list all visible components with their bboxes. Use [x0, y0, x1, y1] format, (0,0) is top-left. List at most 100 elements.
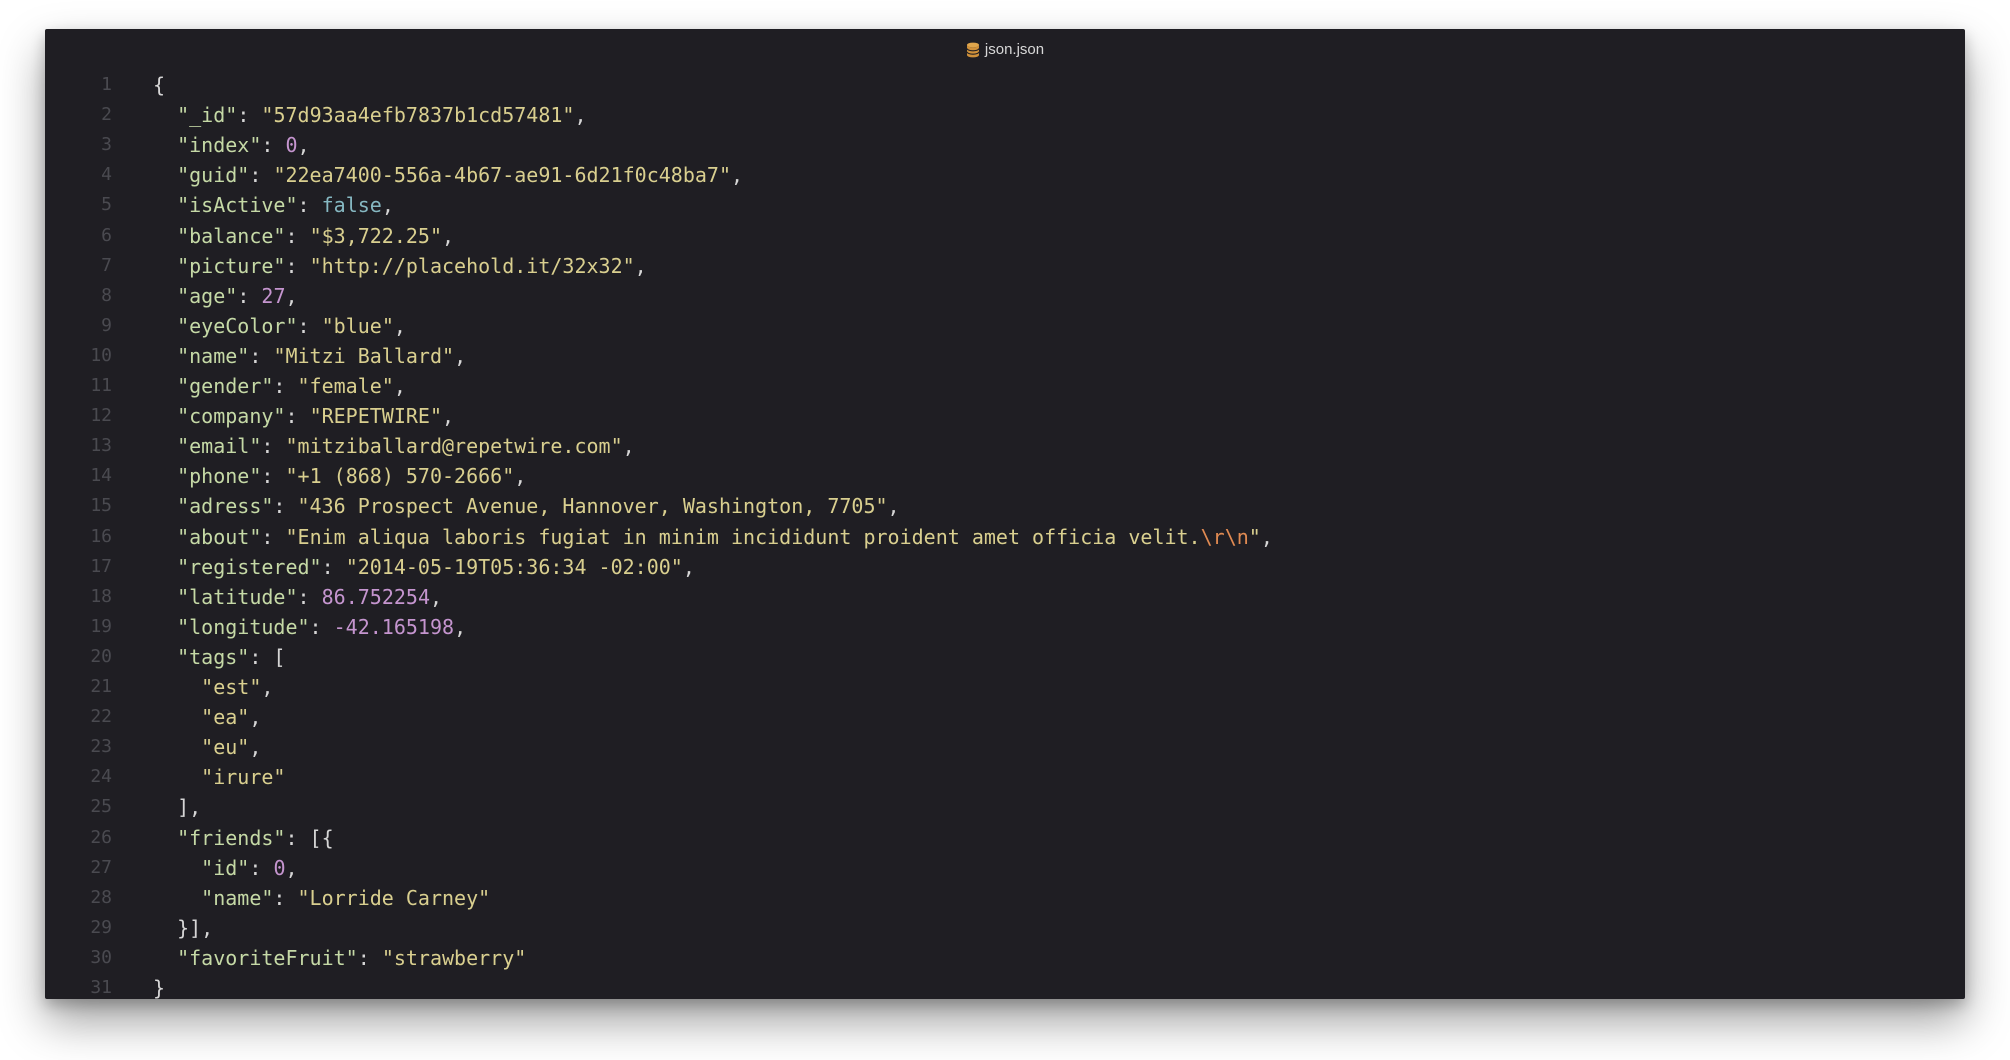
code-line[interactable]: 20 "tags": [ [45, 642, 1965, 672]
code-line[interactable]: 31} [45, 973, 1965, 999]
line-number: 22 [90, 706, 112, 728]
line-code: "_id": "57d93aa4efb7837b1cd57481", [153, 100, 587, 130]
code-token: "balance" [177, 223, 286, 248]
code-token: "name" [177, 343, 250, 368]
line-code: "id": 0, [153, 853, 297, 883]
code-token: : [261, 434, 286, 459]
code-line[interactable]: 12 "company": "REPETWIRE", [45, 401, 1965, 431]
code-line[interactable]: 19 "longitude": -42.165198, [45, 612, 1965, 642]
code-token: : [321, 554, 346, 579]
line-code: "adress": "436 Prospect Avenue, Hannover… [153, 491, 899, 521]
line-number: 12 [90, 405, 112, 427]
code-token: : [273, 885, 298, 910]
code-line[interactable]: 28 "name": "Lorride Carney" [45, 883, 1965, 913]
code-token: : [261, 133, 286, 158]
code-line[interactable]: 11 "gender": "female", [45, 371, 1965, 401]
code-token: ], [153, 795, 202, 820]
line-code: ], [153, 792, 201, 822]
code-token: "est" [201, 675, 262, 699]
code-line[interactable]: 9 "eyeColor": "blue", [45, 311, 1965, 341]
code-token: 0 [285, 133, 298, 158]
code-line[interactable]: 30 "favoriteFruit": "strawberry" [45, 943, 1965, 973]
line-number: 6 [101, 224, 112, 246]
code-line[interactable]: 18 "latitude": 86.752254, [45, 582, 1965, 612]
code-token: "57d93aa4efb7837b1cd57481" [261, 103, 575, 128]
line-code: "tags": [ [153, 642, 285, 672]
code-token: "id" [201, 855, 250, 880]
line-number: 29 [90, 916, 112, 938]
code-line[interactable]: 6 "balance": "$3,722.25", [45, 221, 1965, 251]
code-line[interactable]: 1{ [45, 70, 1965, 100]
code-token: "Enim aliqua laboris fugiat in minim inc… [285, 524, 1201, 549]
code-line[interactable]: 16 "about": "Enim aliqua laboris fugiat … [45, 522, 1965, 552]
code-token: }], [153, 915, 214, 940]
code-token: "http://placehold.it/32x32" [309, 253, 635, 278]
code-token: " [1248, 524, 1261, 549]
code-line[interactable]: 5 "isActive": false, [45, 190, 1965, 220]
code-line[interactable]: 25 ], [45, 792, 1965, 822]
code-token: "eyeColor" [177, 313, 298, 338]
code-line[interactable]: 15 "adress": "436 Prospect Avenue, Hanno… [45, 491, 1965, 521]
line-number: 7 [101, 254, 112, 276]
code-token: : [249, 163, 274, 188]
code-token: "gender" [177, 374, 274, 398]
line-number: 21 [90, 676, 112, 697]
code-line[interactable]: 14 "phone": "+1 (868) 570-2666", [45, 461, 1965, 491]
line-code: "est", [153, 672, 273, 702]
code-line[interactable]: 13 "email": "mitziballard@repetwire.com"… [45, 431, 1965, 461]
line-number: 3 [101, 134, 112, 156]
code-token: , [261, 675, 274, 699]
code-editor[interactable]: 1{2 "_id": "57d93aa4efb7837b1cd57481", 3 … [45, 69, 1965, 999]
line-code: "age": 27, [153, 281, 297, 311]
code-line[interactable]: 8 "age": 27, [45, 281, 1965, 311]
code-line[interactable]: 26 "friends": [{ [45, 823, 1965, 853]
code-line[interactable]: 2 "_id": "57d93aa4efb7837b1cd57481", [45, 100, 1965, 130]
code-line[interactable]: 17 "registered": "2014-05-19T05:36:34 -0… [45, 552, 1965, 582]
code-token: "Mitzi Ballard" [273, 343, 455, 368]
code-token: , [454, 614, 467, 639]
code-token: , [731, 163, 744, 188]
code-line[interactable]: 4 "guid": "22ea7400-556a-4b67-ae91-6d21f… [45, 160, 1965, 190]
code-line[interactable]: 23 "eu", [45, 732, 1965, 762]
line-code: "email": "mitziballard@repetwire.com", [153, 431, 635, 461]
code-token: : [297, 584, 322, 609]
line-number: 28 [90, 886, 112, 908]
line-code: { [153, 70, 165, 100]
code-token: "436 Prospect Avenue, Hannover, Washingt… [297, 494, 888, 519]
line-number: 31 [90, 977, 112, 998]
line-code: "index": 0, [153, 130, 309, 160]
line-number: 5 [101, 194, 112, 216]
code-token: , [442, 223, 455, 248]
line-code: "balance": "$3,722.25", [153, 221, 454, 251]
line-code: "longitude": -42.165198, [153, 612, 466, 642]
line-number: 26 [90, 826, 112, 848]
line-code: } [153, 973, 165, 999]
code-token: "Lorride Carney" [297, 885, 491, 910]
code-line[interactable]: 10 "name": "Mitzi Ballard", [45, 341, 1965, 371]
code-line[interactable]: 29 }], [45, 913, 1965, 943]
code-line[interactable]: 24 "irure" [45, 762, 1965, 792]
code-line[interactable]: 3 "index": 0, [45, 130, 1965, 160]
line-number: 27 [90, 856, 112, 878]
line-number: 30 [90, 946, 112, 968]
code-line[interactable]: 7 "picture": "http://placehold.it/32x32"… [45, 251, 1965, 281]
code-line[interactable]: 22 "ea", [45, 702, 1965, 732]
code-token: , [682, 554, 695, 579]
line-code: "gender": "female", [153, 371, 406, 401]
code-token: "tags" [177, 644, 250, 669]
line-number: 20 [90, 645, 112, 667]
code-line[interactable]: 21 "est", [45, 672, 1965, 702]
code-line[interactable]: 27 "id": 0, [45, 853, 1965, 883]
code-token: , [574, 103, 587, 128]
code-token: "strawberry" [381, 945, 527, 970]
line-number: 16 [90, 525, 112, 547]
